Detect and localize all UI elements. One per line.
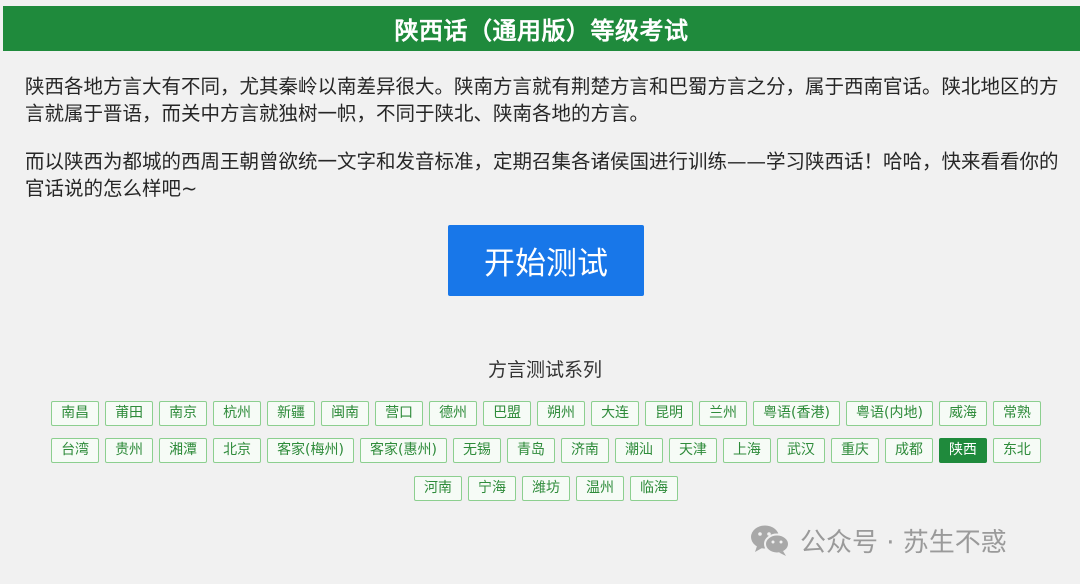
dialect-tag[interactable]: 济南	[560, 438, 609, 463]
dialect-tag[interactable]: 潍坊	[522, 476, 570, 501]
dialect-tag[interactable]: 天津	[668, 438, 717, 463]
dialect-tag[interactable]: 武汉	[776, 438, 825, 463]
dialect-tag[interactable]: 闽南	[321, 401, 370, 426]
dialect-tag[interactable]: 成都	[884, 438, 933, 463]
dialect-tag[interactable]: 南昌	[51, 401, 100, 426]
dialect-tag[interactable]: 粤语(香港)	[753, 401, 840, 426]
dialect-tag[interactable]: 上海	[722, 438, 771, 463]
dialect-tag[interactable]: 东北	[992, 438, 1041, 463]
wechat-icon	[751, 525, 790, 556]
watermark-text: 公众号 · 苏生不惑	[800, 527, 1007, 558]
dialect-tag[interactable]: 新疆	[267, 401, 316, 426]
dialect-tag[interactable]: 青岛	[506, 438, 555, 463]
dialect-tag[interactable]: 台湾	[51, 438, 100, 463]
dialect-tag[interactable]: 河南	[414, 476, 462, 501]
dialect-tag[interactable]: 大连	[591, 401, 640, 426]
dialect-tag[interactable]: 常熟	[992, 401, 1041, 426]
dialect-tag[interactable]: 湘潭	[159, 438, 208, 463]
dialect-tag[interactable]: 临海	[630, 476, 678, 501]
dialect-tag[interactable]: 兰州	[699, 401, 748, 426]
dialect-tag[interactable]: 营口	[375, 401, 424, 426]
dialect-tag[interactable]: 潮汕	[614, 438, 663, 463]
dialect-tag[interactable]: 北京	[213, 438, 262, 463]
start-test-button[interactable]: 开始测试	[448, 225, 644, 296]
watermark: 公众号 · 苏生不惑	[748, 522, 1007, 558]
dialect-tag[interactable]: 德州	[429, 401, 478, 426]
dialect-tag[interactable]: 重庆	[830, 438, 879, 463]
header-bar: 陕西话（通用版）等级考试	[3, 6, 1080, 51]
dialect-tag[interactable]: 贵州	[105, 438, 154, 463]
intro-paragraph-1: 陕西各地方言大有不同，尤其秦岭以南差异很大。陕南方言就有荆楚方言和巴蜀方言之分，…	[25, 75, 1059, 125]
dialect-tag[interactable]: 陕西	[938, 438, 987, 463]
dialect-tag[interactable]: 巴盟	[483, 401, 532, 426]
dialect-tag[interactable]: 客家(梅州)	[267, 438, 354, 463]
dialect-tag[interactable]: 宁海	[468, 476, 516, 501]
dialect-tag[interactable]: 杭州	[213, 401, 262, 426]
page-title: 陕西话（通用版）等级考试	[394, 17, 689, 45]
dialect-tag[interactable]: 莆田	[105, 401, 154, 426]
dialect-tag[interactable]: 南京	[159, 401, 208, 426]
dialect-tag[interactable]: 威海	[938, 401, 987, 426]
dialect-tag[interactable]: 无锡	[452, 438, 501, 463]
series-title: 方言测试系列	[487, 359, 602, 381]
dialect-tag[interactable]: 昆明	[645, 401, 694, 426]
dialect-tag-row-2: 台湾 贵州 湘潭 北京 客家(梅州) 客家(惠州) 无锡 青岛 济南 潮汕 天津 上海 武汉 重庆 成都 陕西…	[0, 438, 1080, 463]
dialect-tag[interactable]: 温州	[576, 476, 624, 501]
dialect-tag[interactable]: 粤语(内地)	[846, 401, 933, 426]
dialect-tag-row-3: 河南 宁海 潍坊 温州 临海	[0, 476, 1080, 501]
dialect-tag[interactable]: 朔州	[537, 401, 586, 426]
dialect-tag-row-1: 南昌 莆田 南京 杭州 新疆 闽南 营口 德州 巴盟 朔州 大连 昆明 兰州 粤语(香港) 粤语(内地) 威海…	[0, 401, 1080, 426]
intro-paragraph-2: 而以陕西为都城的西周王朝曾欲统一文字和发音标准，定期召集各诸侯国进行训练——学习…	[25, 150, 1059, 200]
dialect-tag[interactable]: 客家(惠州)	[360, 438, 447, 463]
